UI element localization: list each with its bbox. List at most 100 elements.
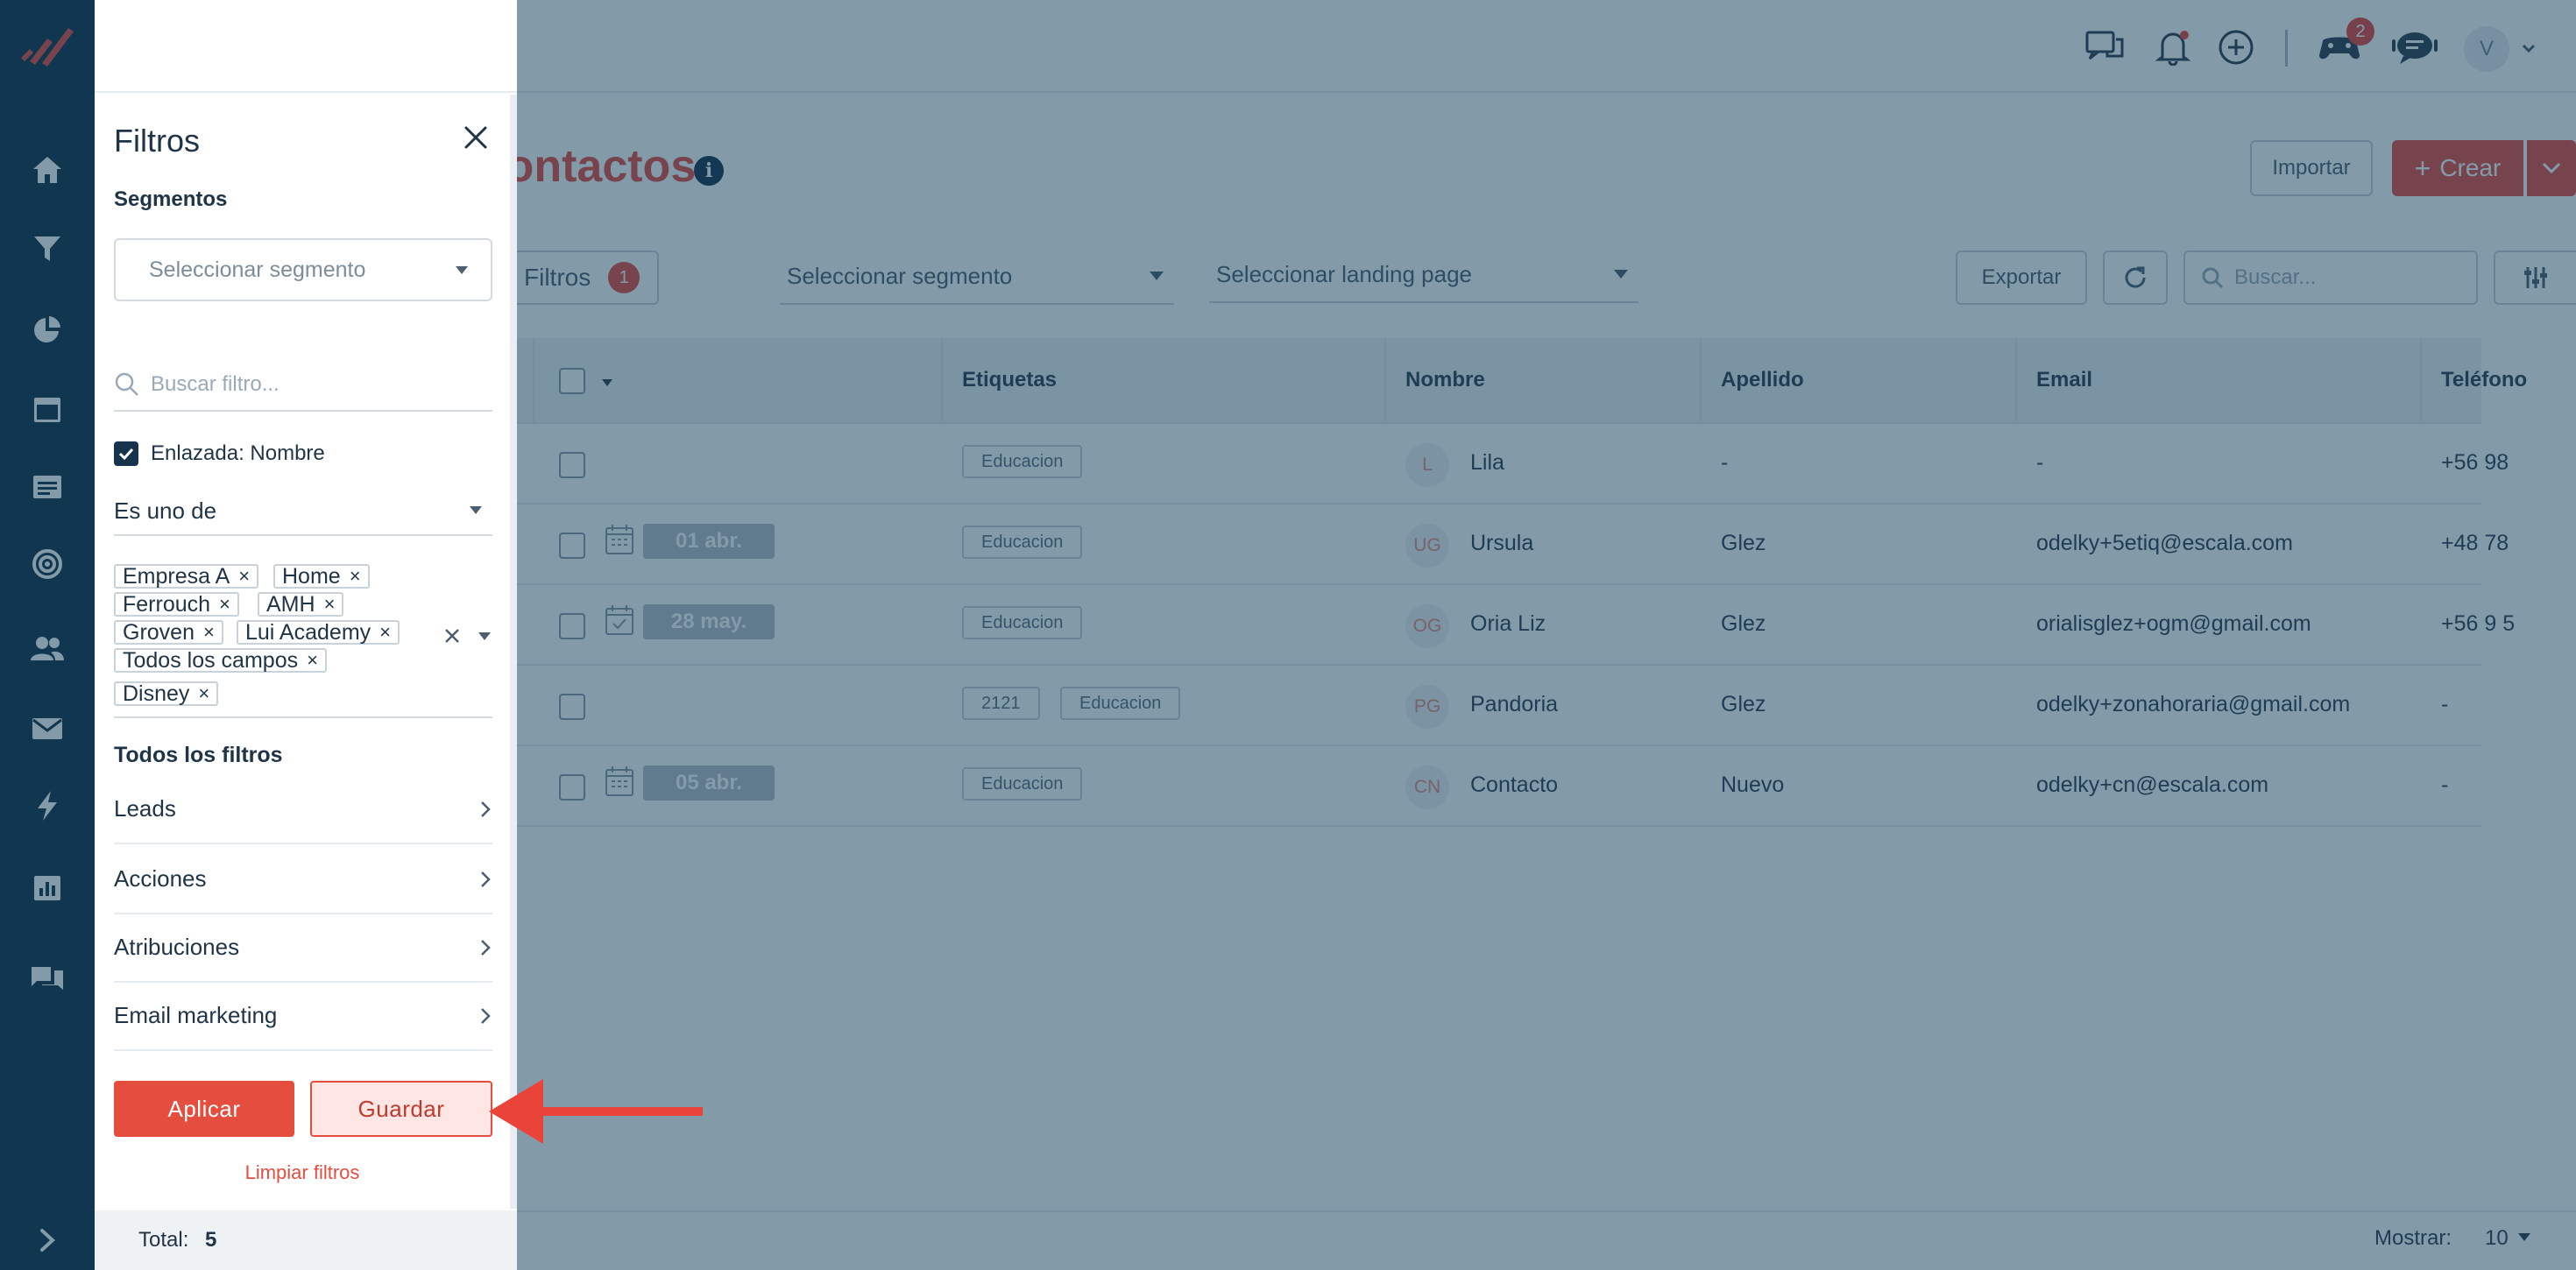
close-icon[interactable] xyxy=(456,117,496,158)
values-multiselect[interactable]: Empresa A × Home × Ferrouch × AMH × Groven × … xyxy=(114,557,492,718)
mail-icon[interactable] xyxy=(21,702,74,755)
column-settings-button[interactable] xyxy=(2494,250,2576,305)
page-size-select[interactable]: 10 xyxy=(2485,1226,2509,1251)
target-icon[interactable] xyxy=(21,538,74,590)
import-button[interactable]: Importar xyxy=(2250,140,2373,196)
filter-category-label: Atribuciones xyxy=(114,934,240,960)
browser-window-icon[interactable] xyxy=(21,384,74,436)
column-header[interactable]: Etiquetas xyxy=(962,368,1057,392)
bell-icon[interactable] xyxy=(2148,23,2197,72)
support-chat-icon[interactable] xyxy=(2390,23,2439,72)
table-row[interactable]: Educacion L Lila - - +56 98 xyxy=(473,424,2509,504)
avatar-chevron-down-icon[interactable] xyxy=(2522,44,2536,53)
remove-chip-icon[interactable]: × xyxy=(203,621,215,644)
row-checkbox[interactable] xyxy=(559,452,585,478)
caret-down-icon[interactable] xyxy=(478,632,491,640)
remove-chip-icon[interactable]: × xyxy=(379,621,391,644)
filter-category-label: Acciones xyxy=(114,865,207,892)
row-checkbox[interactable] xyxy=(559,774,585,801)
segment-select[interactable]: Seleccionar segmento xyxy=(780,249,1174,305)
filter-category-acciones[interactable]: Acciones xyxy=(114,846,492,914)
table-row[interactable]: 28 may. Educacion OG Oria Liz Glez orial… xyxy=(473,585,2515,666)
filter-search-input[interactable]: Buscar filtro... xyxy=(114,359,492,412)
panel-actions: Aplicar Guardar Limpiar filtros xyxy=(95,1062,510,1209)
segment-select-value: Seleccionar segmento xyxy=(149,257,366,282)
user-avatar[interactable]: V xyxy=(2464,26,2509,72)
value-chip[interactable]: AMH × xyxy=(258,592,344,617)
operator-select[interactable]: Es uno de xyxy=(114,487,492,536)
lastname-cell: Nuevo xyxy=(1721,773,1785,797)
clear-filters-link[interactable]: Limpiar filtros xyxy=(95,1161,510,1184)
email-cell: odelky+cn@escala.com xyxy=(2036,773,2269,797)
linked-filter-toggle[interactable]: Enlazada: Nombre xyxy=(114,441,325,466)
bolt-icon[interactable] xyxy=(21,780,74,832)
people-icon[interactable] xyxy=(21,622,74,674)
remove-chip-icon[interactable]: × xyxy=(324,593,336,616)
create-options-chevron-icon[interactable] xyxy=(2527,140,2576,196)
column-header[interactable]: Nombre xyxy=(1405,368,1485,392)
column-header[interactable]: Email xyxy=(2036,368,2092,392)
report-icon[interactable] xyxy=(21,862,74,914)
landing-select-value: Seleccionar landing page xyxy=(1216,260,1472,287)
annotation-arrow-icon xyxy=(489,1079,703,1144)
value-chip[interactable]: Lui Academy × xyxy=(237,620,400,645)
value-chip[interactable]: Home × xyxy=(273,564,370,589)
lastname-cell: - xyxy=(1721,450,1729,475)
value-chip[interactable]: Empresa A × xyxy=(114,564,259,589)
value-chip[interactable]: Groven × xyxy=(114,620,223,645)
funnel-icon[interactable] xyxy=(21,222,74,275)
caret-down-icon xyxy=(456,266,468,274)
expand-nav-chevron-icon[interactable] xyxy=(0,1210,95,1270)
row-checkbox[interactable] xyxy=(559,533,585,559)
phone-cell: +56 98 xyxy=(2441,450,2509,475)
app-logo[interactable] xyxy=(18,19,77,72)
create-button[interactable]: + Crear xyxy=(2392,140,2523,196)
add-circle-icon[interactable] xyxy=(2212,23,2261,72)
avatar: PG xyxy=(1405,685,1449,729)
conversations-icon[interactable] xyxy=(2080,23,2129,72)
export-button[interactable]: Exportar xyxy=(1956,250,2087,305)
date-pill: 01 abr. xyxy=(643,524,775,559)
apply-button[interactable]: Aplicar xyxy=(114,1081,294,1137)
remove-chip-icon[interactable]: × xyxy=(307,649,318,672)
refresh-button[interactable] xyxy=(2103,250,2168,305)
remove-chip-icon[interactable]: × xyxy=(219,593,230,616)
remove-chip-icon[interactable]: × xyxy=(198,682,209,705)
filter-category-email-marketing[interactable]: Email marketing xyxy=(114,983,492,1051)
segment-select[interactable]: Seleccionar segmento xyxy=(114,238,492,301)
tag-badge: Educacion xyxy=(962,767,1083,801)
gamepad-icon[interactable]: 2 xyxy=(2315,18,2374,72)
table-row[interactable]: 05 abr. Educacion CN Contacto Nuevo odel… xyxy=(473,746,2481,827)
clear-values-icon[interactable] xyxy=(442,625,463,646)
landing-select[interactable]: Seleccionar landing page xyxy=(1209,247,1638,303)
remove-chip-icon[interactable]: × xyxy=(350,565,361,588)
plus-icon: + xyxy=(2414,152,2431,184)
avatar: UG xyxy=(1405,524,1449,568)
form-icon[interactable] xyxy=(21,461,74,513)
filter-category-leads[interactable]: Leads xyxy=(114,776,492,844)
filter-search-placeholder: Buscar filtro... xyxy=(151,372,280,396)
pie-chart-icon[interactable] xyxy=(21,303,74,356)
table-row[interactable]: 01 abr. Educacion UG Ursula Glez odelky+… xyxy=(473,504,2509,585)
table-row[interactable]: 2121 Educacion PG Pandoria Glez odelky+z… xyxy=(473,666,2481,746)
info-icon[interactable]: i xyxy=(694,156,724,186)
select-all-checkbox[interactable] xyxy=(559,368,585,394)
total-label: Total: xyxy=(138,1228,189,1252)
value-chip[interactable]: Ferrouch × xyxy=(114,592,239,617)
column-header[interactable]: Teléfono xyxy=(2441,368,2527,392)
checkbox-checked-icon[interactable] xyxy=(114,441,138,466)
remove-chip-icon[interactable]: × xyxy=(238,565,250,588)
row-checkbox[interactable] xyxy=(559,694,585,720)
value-chip[interactable]: Disney × xyxy=(114,681,219,706)
panel-scrollbar[interactable] xyxy=(510,95,517,1209)
select-menu-caret-icon[interactable] xyxy=(601,378,613,387)
row-checkbox[interactable] xyxy=(559,613,585,639)
filter-category-atribuciones[interactable]: Atribuciones xyxy=(114,914,492,983)
column-header[interactable]: Apellido xyxy=(1721,368,1804,392)
save-button[interactable]: Guardar xyxy=(310,1081,492,1137)
home-icon[interactable] xyxy=(21,144,74,196)
chat-icon[interactable] xyxy=(21,951,74,1004)
avatar: CN xyxy=(1405,766,1449,809)
search-input[interactable]: Buscar... xyxy=(2183,250,2478,305)
value-chip[interactable]: Todos los campos × xyxy=(114,648,327,673)
